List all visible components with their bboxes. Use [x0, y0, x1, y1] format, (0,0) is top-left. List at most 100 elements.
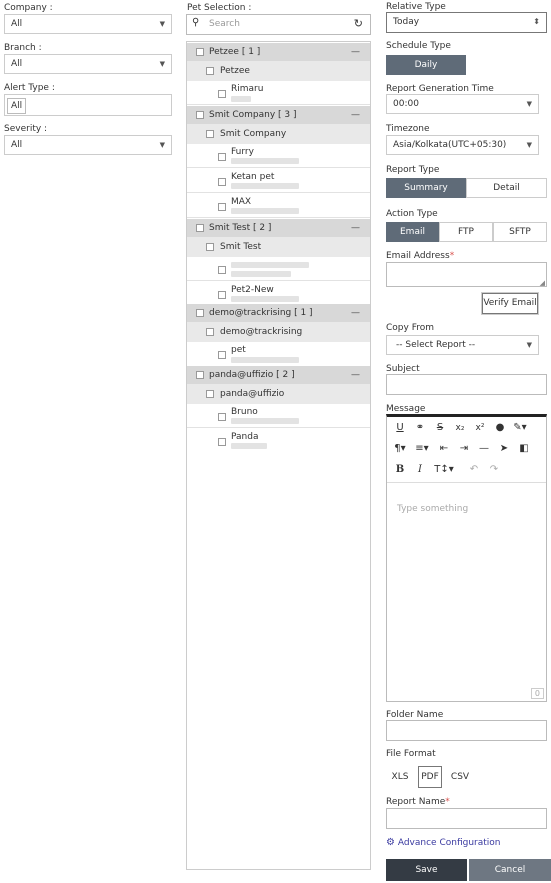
- save-button[interactable]: Save: [386, 859, 467, 881]
- paragraph-icon[interactable]: ¶▾: [391, 441, 409, 457]
- group-checkbox[interactable]: [196, 48, 204, 56]
- superscript-icon[interactable]: x²: [471, 420, 489, 436]
- updown-icon: ⬍: [533, 17, 540, 26]
- sub-checkbox[interactable]: [206, 130, 214, 138]
- sub-checkbox[interactable]: [206, 67, 214, 75]
- pet-row[interactable]: MAX: [187, 194, 370, 218]
- format-xls-button[interactable]: XLS: [389, 767, 411, 787]
- advance-config-link[interactable]: ⚙ Advance Configuration: [386, 837, 500, 848]
- collapse-icon[interactable]: —: [351, 366, 360, 384]
- action-email-button[interactable]: Email: [386, 222, 439, 242]
- cancel-button[interactable]: Cancel: [469, 859, 551, 881]
- editor-toolbar: U ⚭ S x₂ x² ● ✎▾ ¶▾ ≡▾ ⇤ ⇥ — ➤ ◧ B I T↕▾…: [387, 417, 546, 483]
- relative-type-select[interactable]: Today ⬍: [386, 12, 547, 33]
- gen-time-select[interactable]: 00:00 ▼: [386, 94, 539, 114]
- message-editor[interactable]: U ⚭ S x₂ x² ● ✎▾ ¶▾ ≡▾ ⇤ ⇥ — ➤ ◧ B I T↕▾…: [386, 414, 547, 702]
- color-drop-icon[interactable]: ●: [491, 420, 509, 436]
- folder-name-input[interactable]: [386, 720, 547, 741]
- eraser-icon[interactable]: ◧: [515, 441, 533, 457]
- branch-select[interactable]: All ▼: [4, 54, 172, 74]
- sub-checkbox[interactable]: [206, 328, 214, 336]
- alert-type-tag: All: [7, 98, 27, 114]
- pet-checkbox[interactable]: [218, 266, 226, 274]
- font-size-icon[interactable]: T↕▾: [433, 462, 455, 478]
- redacted-text: [231, 443, 267, 449]
- verify-email-button[interactable]: Verify Email: [482, 293, 538, 314]
- brush-icon[interactable]: ✎▾: [511, 420, 529, 436]
- pet-checkbox[interactable]: [218, 203, 226, 211]
- pet-checkbox[interactable]: [218, 291, 226, 299]
- pet-row[interactable]: [187, 257, 370, 281]
- sub-checkbox[interactable]: [206, 390, 214, 398]
- underline-icon[interactable]: U: [391, 420, 409, 436]
- pet-row[interactable]: Rimaru: [187, 81, 370, 105]
- alert-type-multiselect[interactable]: All: [4, 94, 172, 116]
- sub-row[interactable]: Petzee: [187, 61, 370, 81]
- pet-checkbox[interactable]: [218, 351, 226, 359]
- group-checkbox[interactable]: [196, 309, 204, 317]
- sub-row[interactable]: demo@trackrising: [187, 322, 370, 342]
- severity-select[interactable]: All ▼: [4, 135, 172, 155]
- pet-row[interactable]: Pet2-New: [187, 282, 370, 306]
- group-checkbox[interactable]: [196, 371, 204, 379]
- pet-checkbox[interactable]: [218, 438, 226, 446]
- pet-checkbox[interactable]: [218, 90, 226, 98]
- bold-icon[interactable]: B: [391, 462, 409, 478]
- outdent-icon[interactable]: ⇤: [435, 441, 453, 457]
- group-row[interactable]: Petzee [ 1 ] —: [187, 43, 370, 61]
- schedule-daily-button[interactable]: Daily: [386, 55, 466, 75]
- sub-checkbox[interactable]: [206, 243, 214, 251]
- pet-checkbox[interactable]: [218, 153, 226, 161]
- subject-input[interactable]: [386, 374, 547, 395]
- pet-search-box[interactable]: ⚲ Search ↻: [186, 14, 371, 35]
- pet-checkbox[interactable]: [218, 178, 226, 186]
- refresh-icon[interactable]: ↻: [354, 17, 363, 30]
- group-row[interactable]: panda@uffizio [ 2 ] —: [187, 366, 370, 384]
- chevron-down-icon: ▼: [159, 20, 165, 28]
- report-name-input[interactable]: [386, 808, 547, 829]
- collapse-icon[interactable]: —: [351, 106, 360, 124]
- pet-row[interactable]: pet: [187, 342, 370, 368]
- resize-handle-icon[interactable]: ◢: [540, 279, 545, 287]
- undo-icon[interactable]: ↶: [465, 462, 483, 478]
- report-name-label-text: Report Name: [386, 797, 446, 807]
- company-select[interactable]: All ▼: [4, 14, 172, 34]
- collapse-icon[interactable]: —: [351, 304, 360, 322]
- timezone-select[interactable]: Asia/Kolkata(UTC+05:30) ▼: [386, 135, 539, 155]
- action-ftp-button[interactable]: FTP: [439, 222, 493, 242]
- group-checkbox[interactable]: [196, 224, 204, 232]
- pet-row[interactable]: Panda: [187, 429, 370, 453]
- email-textarea[interactable]: ◢: [386, 262, 547, 287]
- report-detail-button[interactable]: Detail: [466, 178, 547, 198]
- horizontal-rule-icon[interactable]: —: [475, 441, 493, 457]
- redacted-text: [231, 158, 299, 164]
- format-csv-button[interactable]: CSV: [449, 767, 471, 787]
- relative-type-label: Relative Type: [386, 2, 446, 12]
- pet-row[interactable]: Bruno: [187, 404, 370, 428]
- cursor-icon[interactable]: ➤: [495, 441, 513, 457]
- group-row[interactable]: Smit Test [ 2 ] —: [187, 219, 370, 237]
- report-summary-button[interactable]: Summary: [386, 178, 466, 198]
- copy-from-select[interactable]: -- Select Report -- ▼: [386, 335, 539, 355]
- pet-row[interactable]: Ketan pet: [187, 169, 370, 193]
- strikethrough-icon[interactable]: S: [431, 420, 449, 436]
- sub-row[interactable]: Smit Test: [187, 237, 370, 257]
- collapse-icon[interactable]: —: [351, 43, 360, 61]
- italic-icon[interactable]: I: [411, 462, 429, 478]
- indent-icon[interactable]: ⇥: [455, 441, 473, 457]
- group-checkbox[interactable]: [196, 111, 204, 119]
- subscript-icon[interactable]: x₂: [451, 420, 469, 436]
- sub-row[interactable]: panda@uffizio: [187, 384, 370, 404]
- pet-row[interactable]: Furry: [187, 144, 370, 168]
- group-row[interactable]: Smit Company [ 3 ] —: [187, 106, 370, 124]
- link-icon[interactable]: ⚭: [411, 420, 429, 436]
- action-sftp-button[interactable]: SFTP: [493, 222, 547, 242]
- redo-icon[interactable]: ↷: [485, 462, 503, 478]
- redacted-text: [231, 208, 299, 214]
- group-row[interactable]: demo@trackrising [ 1 ] —: [187, 304, 370, 322]
- sub-row[interactable]: Smit Company: [187, 124, 370, 144]
- format-pdf-button[interactable]: PDF: [418, 766, 442, 788]
- pet-checkbox[interactable]: [218, 413, 226, 421]
- align-icon[interactable]: ≡▾: [413, 441, 431, 457]
- collapse-icon[interactable]: —: [351, 219, 360, 237]
